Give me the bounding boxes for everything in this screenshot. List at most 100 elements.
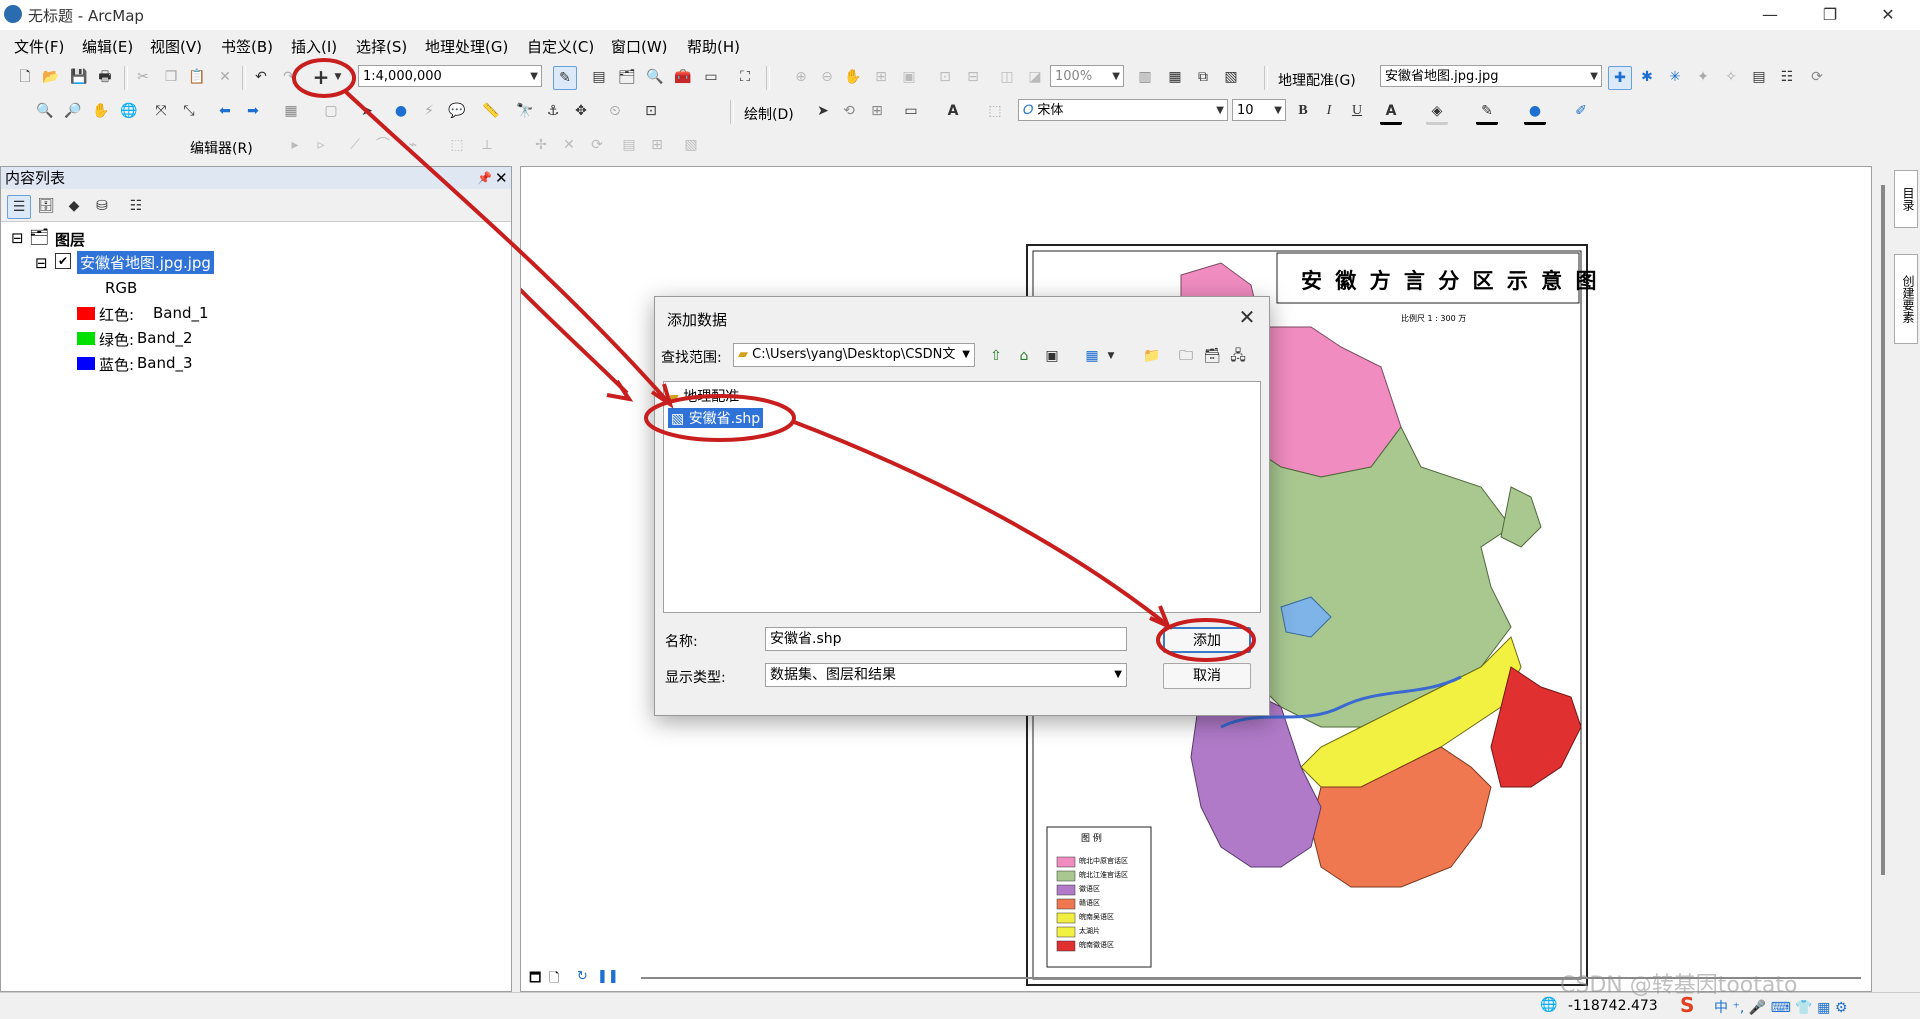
model-builder-icon[interactable]: ⛶	[734, 66, 756, 88]
view-link-table-icon[interactable]: ▤	[1748, 66, 1770, 88]
find-icon[interactable]: 🔭	[514, 100, 536, 122]
rotate-icon[interactable]: ✱	[1636, 66, 1658, 88]
editor-toolbar-icon[interactable]: ✎	[553, 66, 577, 90]
data-driven-pages-icon[interactable]: ▧	[1220, 66, 1242, 88]
marker-color-icon[interactable]: ●	[1524, 100, 1546, 125]
reshape-icon[interactable]: ⟂	[476, 134, 498, 156]
menu-customize[interactable]: 自定义(C)	[527, 36, 594, 57]
select-elements-arrow-icon[interactable]: ➤	[812, 100, 834, 122]
cancel-button[interactable]: 取消	[1163, 663, 1251, 689]
create-viewer-icon[interactable]: ⊡	[640, 100, 662, 122]
restore-button[interactable]: ❐	[1804, 2, 1856, 28]
layout-view-toggle-icon[interactable]: 🗋	[549, 969, 559, 991]
list-by-source-icon[interactable]: 🗄	[35, 195, 57, 217]
layout-view-icon[interactable]: ▤	[588, 66, 610, 88]
find-route-icon[interactable]: ⚓	[542, 100, 564, 122]
go-back-icon[interactable]: ⬅	[214, 100, 236, 122]
delete-icon[interactable]: ✕	[214, 66, 236, 88]
minimize-button[interactable]: —	[1744, 2, 1796, 28]
create-features-icon[interactable]: ▧	[680, 134, 702, 156]
print-icon[interactable]: 🖶	[94, 66, 116, 88]
layer-collapse-toggle[interactable]: ⊟	[35, 254, 48, 272]
layout-pan-icon[interactable]: ✋	[842, 66, 864, 88]
zoom-in-icon[interactable]: 🔍	[34, 100, 56, 122]
italic-button[interactable]: I	[1318, 100, 1340, 122]
drawing-menu[interactable]: 绘制(D)	[744, 104, 794, 124]
redo-icon[interactable]: ↷	[278, 66, 300, 88]
menu-selection[interactable]: 选择(S)	[356, 36, 407, 57]
fixed-zoom-out-icon[interactable]: ⤡	[178, 100, 200, 122]
connect-to-folder-icon[interactable]: 🗀	[1175, 345, 1197, 367]
georef-layer-combo[interactable]: 安徽省地图.jpg.jpg ▼	[1380, 65, 1602, 87]
connect-to-server-icon[interactable]: 🖧	[1227, 345, 1249, 367]
focus-data-frame-icon[interactable]: ▦	[1164, 66, 1186, 88]
fixed-zoom-in-icon[interactable]: ⤧	[150, 100, 172, 122]
font-family-combo[interactable]: 𝑂 宋体 ▼	[1018, 99, 1228, 121]
layer-visibility-checkbox[interactable]: ✔	[55, 253, 71, 269]
scale-icon[interactable]: ✦	[1692, 66, 1714, 88]
delete-links-icon[interactable]: ✧	[1720, 66, 1742, 88]
rectangle-icon[interactable]: ▭	[900, 100, 922, 122]
name-input[interactable]: 安徽省.shp	[765, 627, 1127, 651]
layers-group-label[interactable]: 图层	[55, 229, 85, 250]
text-icon[interactable]: A	[942, 100, 964, 122]
go-forward-icon[interactable]: ➡	[242, 100, 264, 122]
file-list[interactable]: ▰ 地理配准 ▧ 安徽省.shp	[663, 381, 1261, 613]
rotate-tool-icon[interactable]: ⟳	[1806, 66, 1828, 88]
list-by-selection-icon[interactable]: ⛁	[91, 195, 113, 217]
split-icon[interactable]: ✕	[558, 134, 580, 156]
change-layout-icon[interactable]: ⧉	[1192, 66, 1214, 88]
layout-zoom-out-icon[interactable]: ⊖	[816, 66, 838, 88]
forward-extent-icon[interactable]: ◪	[1024, 66, 1046, 88]
attributes-icon[interactable]: ▤	[618, 134, 640, 156]
fixed-zoom-out-icon[interactable]: ⊟	[962, 66, 984, 88]
goto-xy-icon[interactable]: ✥	[570, 100, 592, 122]
fill-color-icon[interactable]: ◈	[1426, 100, 1448, 125]
close-window-button[interactable]: ✕	[1862, 2, 1914, 28]
pause-drawing-icon[interactable]: ❚❚	[597, 969, 619, 984]
copy-icon[interactable]: ❐	[160, 66, 182, 88]
ime-tray-icons[interactable]: 中 ⁺, 🎤 ⌨ 👕 ▦ ⚙	[1714, 997, 1847, 1017]
list-by-visibility-icon[interactable]: ◆	[63, 195, 85, 217]
menu-geoprocessing[interactable]: 地理处理(G)	[425, 36, 508, 57]
font-color-icon[interactable]: A	[1380, 100, 1402, 125]
link-table-icon[interactable]: ☷	[1776, 66, 1798, 88]
toggle-draft-icon[interactable]: ▥	[1134, 66, 1156, 88]
connect-to-database-icon[interactable]: 🗃	[1201, 345, 1223, 367]
edit-vertices-icon[interactable]: ⬚	[446, 134, 468, 156]
catalog-window-icon[interactable]: 🗂	[616, 66, 638, 88]
up-one-level-icon[interactable]: ⇧	[985, 345, 1007, 367]
edit-tool-icon[interactable]: ▸	[284, 134, 306, 156]
back-extent-icon[interactable]: ◫	[996, 66, 1018, 88]
paste-icon[interactable]: 📋	[186, 66, 208, 88]
zoom-100-icon[interactable]: ▣	[898, 66, 920, 88]
menu-insert[interactable]: 插入(I)	[291, 36, 337, 57]
menu-bookmarks[interactable]: 书签(B)	[221, 36, 273, 57]
list-item-selected[interactable]: ▧ 安徽省.shp	[668, 408, 764, 428]
layout-zoom-combo[interactable]: 100% ▼	[1050, 65, 1124, 87]
line-color-icon[interactable]: ✎	[1476, 100, 1498, 125]
identify-icon[interactable]: ●	[390, 100, 412, 122]
new-document-icon[interactable]: 🗋	[14, 66, 36, 88]
add-button[interactable]: 添加	[1163, 627, 1251, 653]
rotate-element-icon[interactable]: ⟲	[838, 100, 860, 122]
list-by-drawing-order-icon[interactable]: ☰	[7, 195, 31, 219]
shift-icon[interactable]: ✳	[1664, 66, 1686, 88]
select-features-icon[interactable]: ▦	[280, 100, 302, 122]
map-scale-combo[interactable]: 1:4,000,000 ▼	[358, 65, 542, 87]
hyperlink-icon[interactable]: ⚡	[418, 100, 440, 122]
lookin-path-combo[interactable]: ▰ C:\Users\yang\Desktop\CSDN文 ▼	[733, 343, 975, 367]
zoom-whole-page-icon[interactable]: ⊞	[870, 66, 892, 88]
menu-windows[interactable]: 窗口(W)	[611, 36, 668, 57]
group-collapse-toggle[interactable]: ⊟	[11, 229, 24, 247]
show-type-select[interactable]: 数据集、图层和结果 ▼	[765, 663, 1127, 687]
go-home-icon[interactable]: ⌂	[1013, 345, 1035, 367]
pin-icon[interactable]: 📌	[477, 167, 492, 189]
add-control-points-icon[interactable]: ✚	[1608, 66, 1632, 90]
save-icon[interactable]: 💾	[68, 66, 90, 88]
toc-options-icon[interactable]: ☷	[125, 195, 147, 217]
view-dropdown-icon[interactable]: ▼	[1105, 345, 1117, 367]
add-data-dropdown-icon[interactable]: ▼	[332, 66, 344, 88]
menu-edit[interactable]: 编辑(E)	[82, 36, 133, 57]
edit-vertices-icon[interactable]: ⬚	[984, 100, 1006, 122]
